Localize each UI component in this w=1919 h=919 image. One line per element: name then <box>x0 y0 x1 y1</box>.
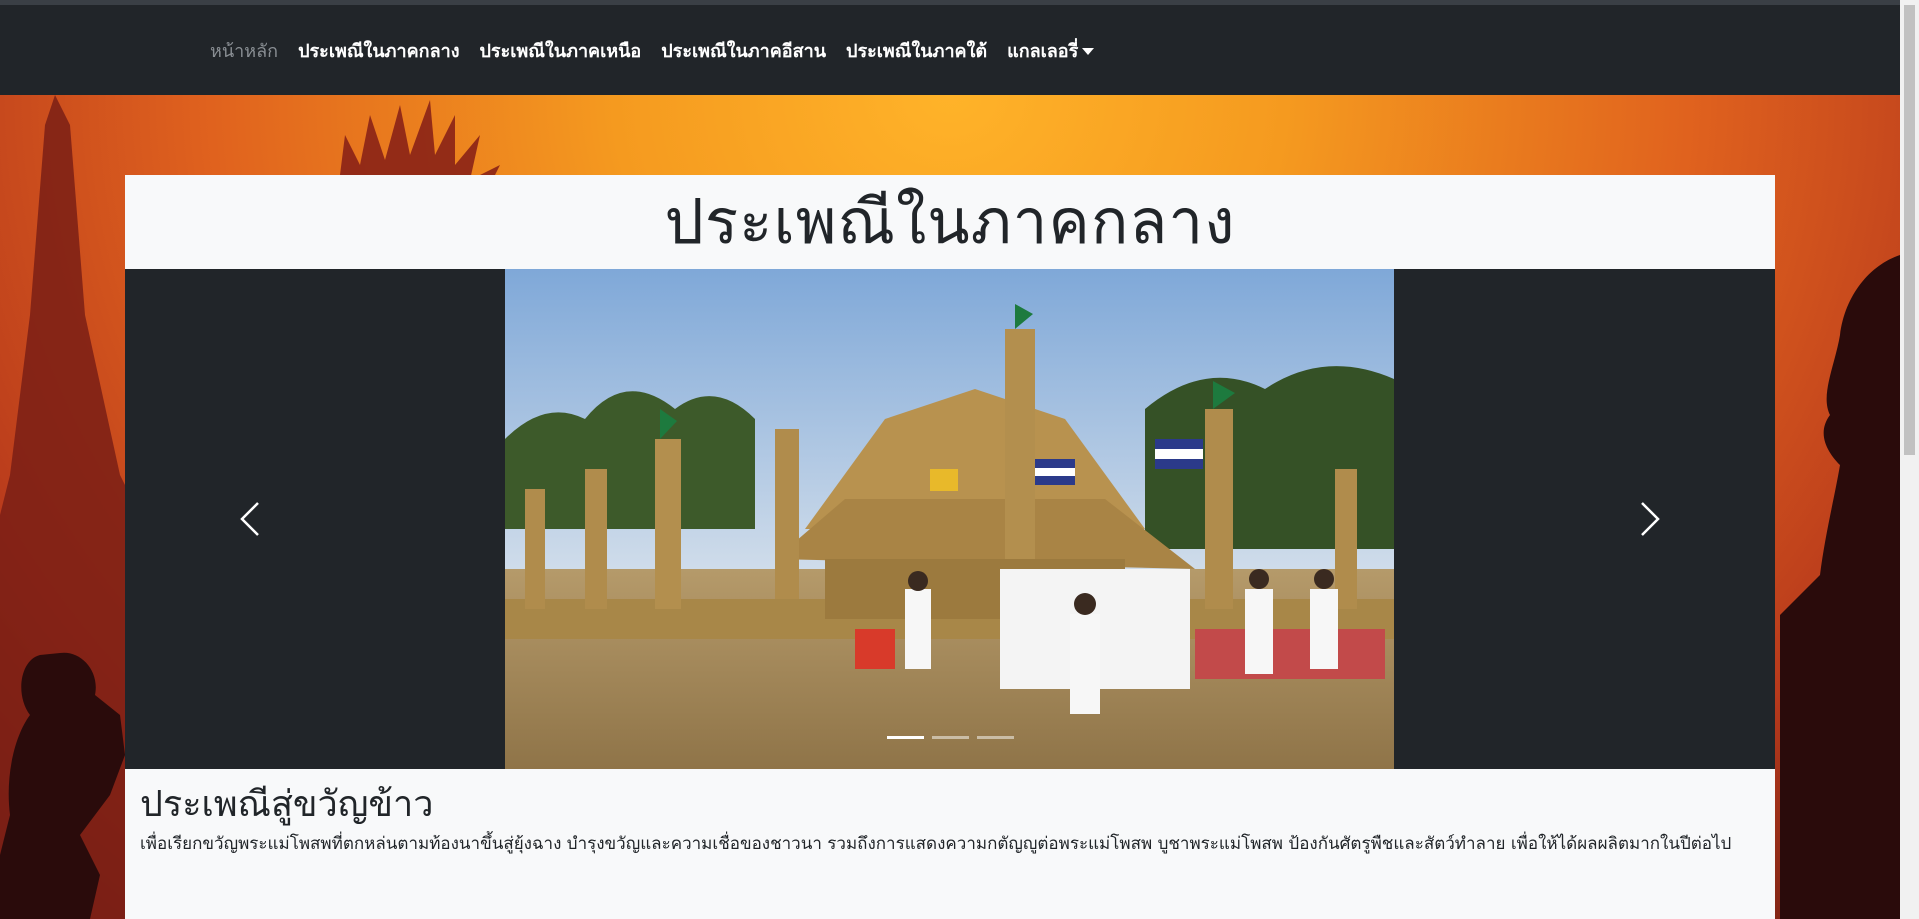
nav-item-north[interactable]: ประเพณีในภาคเหนือ <box>480 36 642 65</box>
nav-item-gallery-dropdown[interactable]: แกลเลอรี่ <box>1007 36 1095 65</box>
navbar: หน้าหลัก ประเพณีในภาคกลาง ประเพณีในภาคเห… <box>0 5 1900 95</box>
carousel-indicator-1[interactable] <box>886 736 924 739</box>
chevron-right-icon <box>1641 502 1660 536</box>
image-carousel <box>125 269 1775 769</box>
carousel-slide-image <box>505 269 1394 769</box>
nav-item-gallery-label: แกลเลอรี่ <box>1007 40 1079 62</box>
carousel-indicators <box>125 736 1775 739</box>
chevron-left-icon <box>240 502 259 536</box>
scrollbar-thumb[interactable] <box>1904 5 1915 455</box>
ceremony-photo <box>505 269 1394 769</box>
vertical-scrollbar[interactable] <box>1900 0 1919 919</box>
page-title: ประเพณีในภาคกลาง <box>664 185 1236 258</box>
article-body: เพื่อเรียกขวัญพระแม่โพสพที่ตกหล่นตามท้อง… <box>140 834 1732 854</box>
article-heading: ประเพณีสู่ขวัญข้าว <box>140 784 434 825</box>
carousel-indicator-2[interactable] <box>931 736 969 739</box>
carousel-next-button[interactable] <box>1525 269 1775 769</box>
nav-item-south[interactable]: ประเพณีในภาคใต้ <box>846 36 987 65</box>
nav-item-home[interactable]: หน้าหลัก <box>210 36 278 65</box>
carousel-indicator-3[interactable] <box>976 736 1014 739</box>
statue-silhouette <box>1780 255 1900 919</box>
carousel-prev-button[interactable] <box>125 269 375 769</box>
content-card: ประเพณีในภาคกลาง ประเพณีสู่ขวัญข้าว เพื่… <box>125 175 1775 919</box>
nav-list: หน้าหลัก ประเพณีในภาคกลาง ประเพณีในภาคเห… <box>210 5 1114 95</box>
caret-down-icon <box>1082 48 1095 55</box>
nav-item-northeast[interactable]: ประเพณีในภาคอีสาน <box>661 36 826 65</box>
nav-item-central[interactable]: ประเพณีในภาคกลาง <box>298 36 459 65</box>
